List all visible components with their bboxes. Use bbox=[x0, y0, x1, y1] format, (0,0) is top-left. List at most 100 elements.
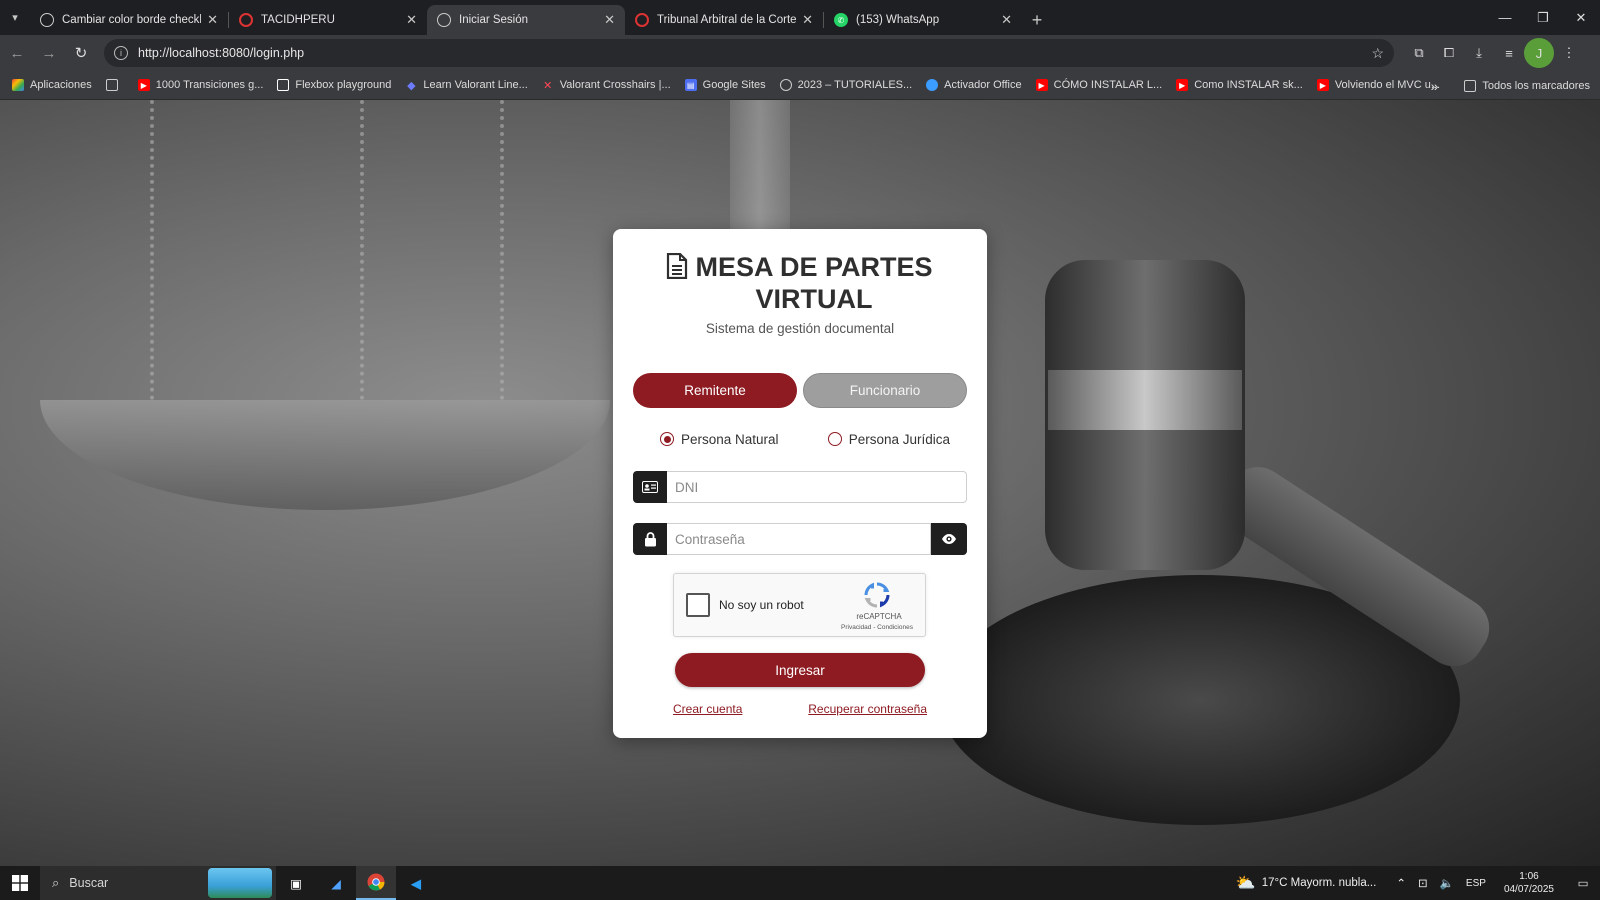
flexbox-icon bbox=[277, 79, 290, 91]
recover-password-link[interactable]: Recuperar contraseña bbox=[808, 702, 927, 716]
bookmark-activador-office[interactable]: Activador Office bbox=[926, 79, 1022, 91]
site-info-icon[interactable]: i bbox=[114, 46, 128, 60]
forward-icon[interactable]: → bbox=[34, 38, 64, 68]
window-controls: — ❐ ✕ bbox=[1486, 0, 1600, 35]
tab-remitente[interactable]: Remitente bbox=[633, 373, 797, 408]
page-subtitle: Sistema de gestión documental bbox=[705, 321, 895, 336]
windows-taskbar: ⌕ Buscar ▣ ◢ ◀ ⛅ 17°C Mayorm. nubla... ⌃… bbox=[0, 866, 1600, 900]
globe-icon bbox=[40, 13, 54, 27]
search-placeholder: Buscar bbox=[69, 876, 109, 890]
volume-icon[interactable]: 🔈 bbox=[1440, 876, 1454, 890]
scale-pan-decoration bbox=[40, 400, 610, 510]
bookmark-label: Como INSTALAR sk... bbox=[1194, 79, 1303, 91]
address-bar[interactable]: i http://localhost:8080/login.php ☆ bbox=[104, 39, 1394, 67]
person-type-radios: Persona Natural Persona Jurídica bbox=[660, 430, 950, 448]
tab-tacidhperu[interactable]: TACIDHPERU ✕ bbox=[229, 5, 427, 35]
bookmark-mvc[interactable]: ▶ Volviendo el MVC u... bbox=[1316, 79, 1440, 91]
tab-whatsapp[interactable]: ✆ (153) WhatsApp ✕ bbox=[824, 5, 1022, 35]
bookmark-valorant-crosshairs[interactable]: ✕ Valorant Crosshairs |... bbox=[542, 79, 671, 92]
close-tab-icon[interactable]: ✕ bbox=[406, 12, 417, 28]
more-bookmarks-icon[interactable]: » bbox=[1431, 78, 1439, 94]
translate-icon[interactable]: ⧉ bbox=[1404, 38, 1434, 68]
create-account-link[interactable]: Crear cuenta bbox=[673, 702, 742, 716]
all-bookmarks-button[interactable]: Todos los marcadores bbox=[1464, 79, 1590, 92]
menu-icon[interactable]: ⋮ bbox=[1554, 38, 1584, 68]
diamond-icon: ◆ bbox=[407, 79, 416, 92]
close-tab-icon[interactable]: ✕ bbox=[1001, 12, 1012, 28]
tab-iniciar-sesion[interactable]: Iniciar Sesión ✕ bbox=[427, 5, 625, 35]
notifications-icon[interactable]: ▭ bbox=[1566, 866, 1600, 900]
file-explorer-icon[interactable]: ◢ bbox=[316, 866, 356, 900]
tab-tribunal-arbitral[interactable]: Tribunal Arbitral de la Corte Inte ✕ bbox=[625, 5, 823, 35]
password-input[interactable] bbox=[667, 523, 931, 555]
tab-strip: ▾ Cambiar color borde checkbox ✕ TACIDHP… bbox=[0, 0, 1600, 35]
recaptcha-logo-icon bbox=[864, 582, 890, 608]
whatsapp-icon: ✆ bbox=[834, 13, 848, 27]
profile-avatar[interactable]: J bbox=[1524, 38, 1554, 68]
title-text: MESA DE PARTES VIRTUAL bbox=[695, 252, 933, 314]
grid-icon bbox=[105, 79, 118, 91]
bookmark-transiciones[interactable]: ▶ 1000 Transiciones g... bbox=[137, 79, 263, 91]
bookmark-valorant-lineups[interactable]: ◆ Learn Valorant Line... bbox=[405, 79, 528, 92]
show-password-icon[interactable] bbox=[931, 523, 967, 555]
close-window-icon[interactable]: ✕ bbox=[1562, 0, 1600, 35]
bookmark-como-instalar-sk[interactable]: ▶ Como INSTALAR sk... bbox=[1176, 79, 1303, 91]
tab-title: Iniciar Sesión bbox=[459, 14, 529, 26]
tab-search-button[interactable]: ▾ bbox=[0, 0, 30, 35]
bookmark-grid[interactable] bbox=[105, 79, 124, 91]
bookmark-google-sites[interactable]: ▤ Google Sites bbox=[684, 79, 766, 91]
radio-checked-icon bbox=[660, 432, 674, 446]
bookmark-flexbox[interactable]: Flexbox playground bbox=[277, 79, 391, 91]
bookmark-label: Activador Office bbox=[944, 79, 1022, 91]
captcha-terms-links[interactable]: Privacidad - Condiciones bbox=[832, 624, 922, 631]
radio-persona-juridica[interactable]: Persona Jurídica bbox=[827, 430, 950, 448]
new-tab-button[interactable]: + bbox=[1022, 5, 1052, 35]
bookmark-tutoriales[interactable]: 2023 – TUTORIALES... bbox=[779, 79, 912, 91]
network-icon[interactable]: ⊡ bbox=[1418, 876, 1428, 890]
back-icon[interactable]: ← bbox=[2, 38, 32, 68]
dni-input[interactable] bbox=[667, 471, 967, 503]
close-tab-icon[interactable]: ✕ bbox=[207, 12, 218, 28]
lock-icon bbox=[633, 523, 667, 555]
tab-title: (153) WhatsApp bbox=[856, 14, 940, 26]
close-tab-icon[interactable]: ✕ bbox=[802, 12, 813, 28]
weather-text[interactable]: 17°C Mayorm. nubla... bbox=[1262, 877, 1377, 889]
login-submit-button[interactable]: Ingresar bbox=[675, 653, 925, 687]
captcha-checkbox[interactable] bbox=[686, 593, 710, 617]
chrome-icon[interactable] bbox=[356, 866, 396, 900]
captcha-label: No soy un robot bbox=[719, 598, 804, 612]
tab-cambiar-color[interactable]: Cambiar color borde checkbox ✕ bbox=[30, 5, 228, 35]
radio-unchecked-icon bbox=[827, 432, 842, 446]
tab-title: Cambiar color borde checkbox bbox=[62, 14, 201, 26]
close-tab-icon[interactable]: ✕ bbox=[604, 12, 615, 28]
language-indicator[interactable]: ESP bbox=[1466, 878, 1486, 889]
bookmark-como-instalar-l[interactable]: ▶ CÓMO INSTALAR L... bbox=[1035, 79, 1162, 91]
minimize-icon[interactable]: — bbox=[1486, 0, 1524, 35]
restore-icon[interactable]: ❐ bbox=[1524, 0, 1562, 35]
bookmark-label: Learn Valorant Line... bbox=[423, 79, 528, 91]
role-tabs: Remitente Funcionario bbox=[633, 373, 967, 408]
windows-start-icon[interactable] bbox=[0, 866, 40, 900]
vscode-icon[interactable]: ◀ bbox=[396, 866, 436, 900]
profile-initial: J bbox=[1524, 38, 1554, 68]
tab-funcionario[interactable]: Funcionario bbox=[803, 373, 967, 408]
taskbar-search[interactable]: ⌕ Buscar bbox=[40, 866, 276, 900]
download-icon[interactable]: ⤓ bbox=[1464, 38, 1494, 68]
extensions-icon[interactable]: ⧠ bbox=[1434, 38, 1464, 68]
bookmark-star-icon[interactable]: ☆ bbox=[1371, 45, 1384, 62]
page-title: MESA DE PARTES VIRTUAL bbox=[613, 251, 987, 315]
task-view-icon[interactable]: ▣ bbox=[276, 866, 316, 900]
taskbar-clock[interactable]: 1:06 04/07/2025 bbox=[1504, 870, 1554, 896]
login-page-background: MESA DE PARTES VIRTUAL Sistema de gestió… bbox=[0, 100, 1600, 866]
bookmark-label: Flexbox playground bbox=[295, 79, 392, 91]
media-control-icon[interactable]: ≡ bbox=[1494, 38, 1524, 68]
tray-chevron-icon[interactable]: ⌃ bbox=[1396, 876, 1406, 890]
reload-icon[interactable]: ↻ bbox=[66, 38, 96, 68]
account-links: Crear cuenta Recuperar contraseña bbox=[673, 702, 927, 716]
radio-persona-natural[interactable]: Persona Natural bbox=[660, 430, 779, 448]
bookmark-label: Valorant Crosshairs |... bbox=[559, 79, 671, 91]
bookmark-aplicaciones[interactable]: Aplicaciones bbox=[12, 79, 92, 91]
bookmarks-right: » Todos los marcadores bbox=[1431, 71, 1590, 100]
captcha-brand: reCAPTCHA bbox=[856, 612, 902, 621]
dni-field-group bbox=[633, 471, 967, 503]
